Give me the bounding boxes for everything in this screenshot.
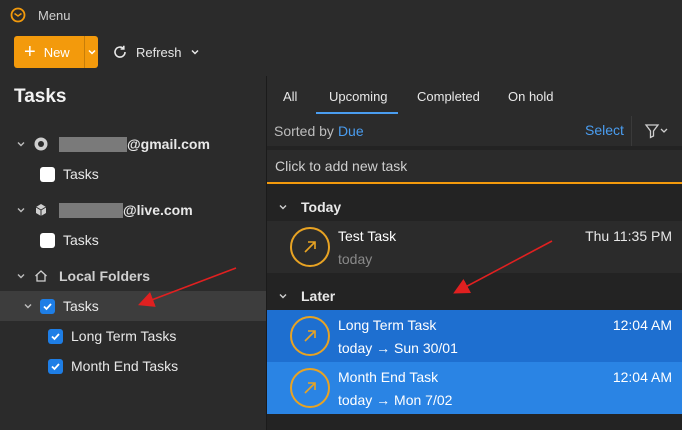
arrow-up-right-icon bbox=[304, 241, 316, 253]
add-task-input[interactable]: Click to add new task bbox=[267, 150, 682, 184]
sort-bar: Sorted by Due Select bbox=[267, 116, 682, 146]
chevron-down-icon[interactable] bbox=[15, 271, 27, 281]
account-domain: @gmail.com bbox=[127, 136, 210, 152]
local-folders-label: Local Folders bbox=[59, 268, 151, 284]
new-dropdown-toggle[interactable] bbox=[84, 36, 98, 68]
live-account-icon bbox=[33, 202, 49, 218]
task-status-icon[interactable] bbox=[290, 316, 330, 356]
tab-all[interactable]: All bbox=[283, 76, 297, 116]
checkmark-icon bbox=[43, 302, 52, 310]
folder-checkbox[interactable] bbox=[40, 166, 55, 182]
task-time: 12:04 AM bbox=[612, 317, 672, 333]
new-main-action[interactable]: + New bbox=[14, 36, 84, 68]
sort-field-link[interactable]: Due bbox=[338, 123, 364, 139]
task-title: Long Term Task bbox=[338, 317, 437, 333]
select-button[interactable]: Select bbox=[585, 122, 624, 138]
folder-label: Tasks bbox=[63, 232, 99, 248]
task-due-text: today → Mon 7/02 bbox=[338, 392, 453, 408]
folder-checkbox[interactable] bbox=[48, 358, 63, 374]
account-row-gmail[interactable]: @gmail.com bbox=[0, 129, 267, 159]
home-icon bbox=[33, 268, 49, 284]
chevron-down-icon[interactable] bbox=[190, 47, 200, 57]
new-button-label: New bbox=[43, 44, 70, 60]
account-domain: @live.com bbox=[123, 202, 193, 218]
folder-checkbox[interactable] bbox=[40, 232, 55, 248]
app-logo-icon bbox=[10, 7, 26, 23]
task-filter-tabs: All Upcoming Completed On hold bbox=[267, 76, 682, 116]
refresh-button[interactable]: Refresh bbox=[112, 36, 208, 68]
local-folders-row[interactable]: Local Folders bbox=[0, 261, 267, 291]
folder-row-long-term-tasks[interactable]: Long Term Tasks bbox=[0, 321, 267, 351]
chevron-down-icon[interactable] bbox=[277, 291, 289, 301]
task-due-text: today → Sun 30/01 bbox=[338, 340, 458, 356]
folder-checkbox[interactable] bbox=[40, 298, 55, 314]
folder-label: Month End Tasks bbox=[71, 358, 179, 374]
filter-icon bbox=[644, 124, 668, 139]
refresh-icon bbox=[114, 45, 126, 58]
task-row[interactable]: Test Task today Thu 11:35 PM bbox=[267, 221, 682, 273]
folder-row-month-end-tasks[interactable]: Month End Tasks bbox=[0, 351, 267, 381]
folder-row-live-tasks[interactable]: Tasks bbox=[0, 225, 267, 255]
sorted-by-label: Sorted by bbox=[274, 123, 334, 139]
group-header-today[interactable]: Today bbox=[267, 194, 682, 220]
task-status-icon[interactable] bbox=[290, 227, 330, 267]
task-title: Month End Task bbox=[338, 369, 439, 385]
active-tab-indicator bbox=[316, 112, 398, 114]
arrow-up-right-icon bbox=[304, 382, 316, 394]
chevron-down-icon[interactable] bbox=[22, 301, 34, 311]
task-title: Test Task bbox=[338, 228, 397, 244]
task-status-icon[interactable] bbox=[290, 368, 330, 408]
task-time: Thu 11:35 PM bbox=[585, 228, 672, 244]
account-row-live[interactable]: @live.com bbox=[0, 195, 267, 225]
task-time: 12:04 AM bbox=[612, 369, 672, 385]
folder-label: Long Term Tasks bbox=[71, 328, 177, 344]
task-due-text: today bbox=[338, 251, 373, 267]
group-label: Later bbox=[301, 288, 336, 304]
chevron-down-icon[interactable] bbox=[277, 202, 289, 212]
toolbar: + New Refresh bbox=[0, 30, 682, 76]
group-header-later[interactable]: Later bbox=[267, 283, 682, 309]
tab-completed[interactable]: Completed bbox=[417, 76, 480, 116]
task-list-pane: All Upcoming Completed On hold Sorted by… bbox=[267, 76, 682, 430]
chevron-down-icon[interactable] bbox=[15, 205, 27, 215]
chevron-down-icon[interactable] bbox=[15, 139, 27, 149]
plus-icon: + bbox=[24, 41, 36, 63]
gmail-account-icon bbox=[33, 136, 49, 152]
folder-sidebar: Tasks @gmail.com Tasks @live.com Tasks L… bbox=[0, 76, 267, 430]
chevron-down-icon bbox=[87, 49, 96, 55]
tab-upcoming[interactable]: Upcoming bbox=[329, 76, 388, 116]
arrow-up-right-icon bbox=[304, 330, 316, 342]
folder-label: Tasks bbox=[63, 166, 99, 182]
folder-row-local-tasks[interactable]: Tasks bbox=[0, 291, 267, 321]
refresh-button-label: Refresh bbox=[136, 44, 182, 60]
tab-on-hold[interactable]: On hold bbox=[508, 76, 554, 116]
folder-checkbox[interactable] bbox=[48, 328, 63, 344]
sidebar-title: Tasks bbox=[14, 86, 67, 107]
task-row[interactable]: Month End Task today → Mon 7/02 12:04 AM bbox=[267, 362, 682, 414]
folder-row-gmail-tasks[interactable]: Tasks bbox=[0, 159, 267, 189]
redacted-email bbox=[59, 136, 127, 152]
checkmark-icon bbox=[51, 332, 60, 340]
redacted-email bbox=[59, 202, 123, 218]
filter-button[interactable] bbox=[631, 116, 682, 146]
menu-bar: Menu bbox=[0, 0, 682, 30]
new-button[interactable]: + New bbox=[14, 36, 98, 68]
folder-label: Tasks bbox=[63, 298, 99, 314]
group-label: Today bbox=[301, 199, 342, 215]
task-row[interactable]: Long Term Task today → Sun 30/01 12:04 A… bbox=[267, 310, 682, 362]
menu-button[interactable]: Menu bbox=[38, 8, 71, 23]
checkmark-icon bbox=[51, 362, 60, 370]
